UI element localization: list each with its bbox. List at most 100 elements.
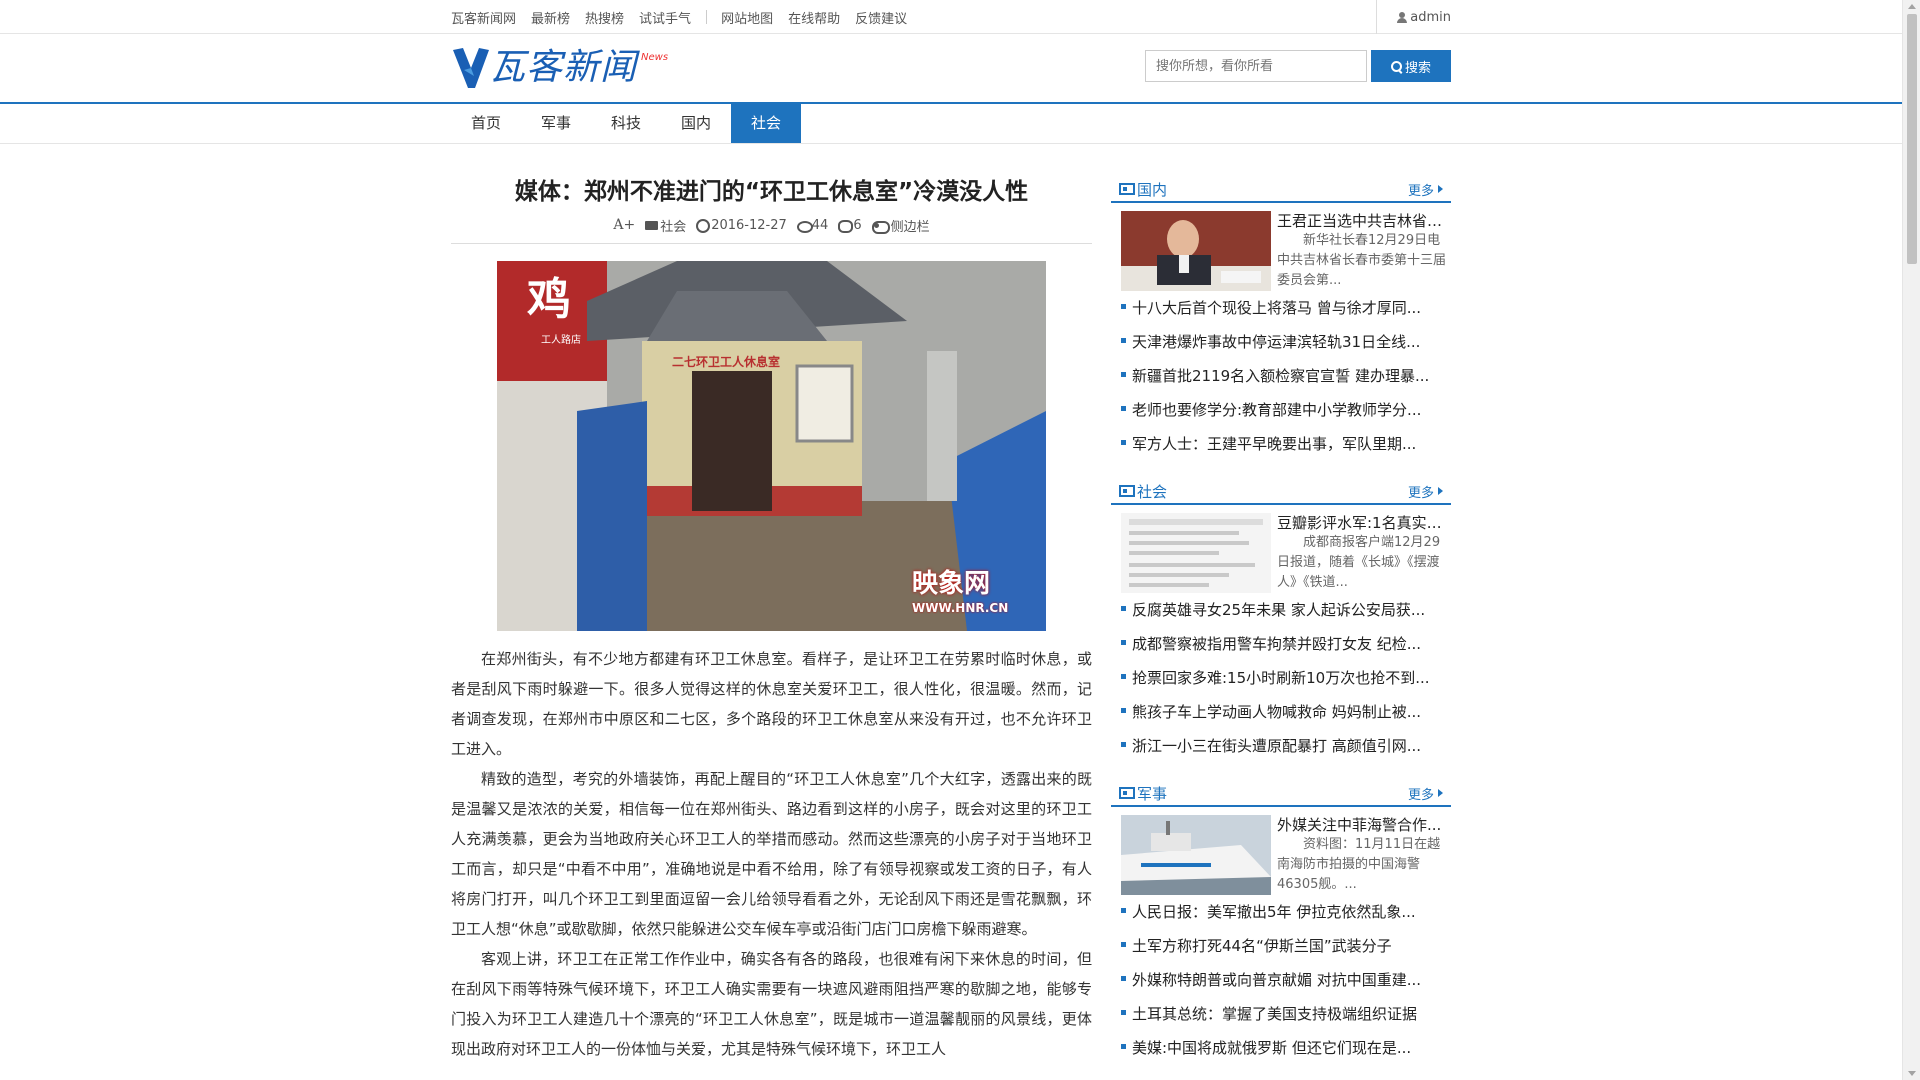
font-size-button[interactable]: A+ [613,217,635,233]
list-item-label: 熊孩子车上学动画人物喊救命 妈妈制止被... [1132,703,1422,721]
list-item[interactable]: 人民日报：美军撤出5年 伊拉克依然乱象... [1111,895,1451,929]
list-item-label: 土耳其总统：掌握了美国支持极端组织证据 [1132,1005,1418,1023]
list-icon [1119,183,1135,195]
article-views: 44 [796,217,829,233]
list-item-label: 人民日报：美军撤出5年 伊拉克依然乱象... [1132,903,1416,921]
nav-item-military[interactable]: 军事 [521,104,591,143]
photo-watermark: 映象网 [912,569,991,599]
caret-right-icon [1438,185,1443,193]
nav-item-home[interactable]: 首页 [451,104,521,143]
block-header: 军事 更多 [1111,781,1451,807]
list-item[interactable]: 天津港爆炸事故中停运津滨轻轨31日全线... [1111,325,1451,359]
search-button[interactable]: 搜索 [1371,50,1451,82]
list-item[interactable]: 土耳其总统：掌握了美国支持极端组织证据 [1111,997,1451,1031]
list-item[interactable]: 反腐英雄寻女25年未果 家人起诉公安局获... [1111,593,1451,627]
article-meta: A+ 社会 2016-12-27 44 6 侧边栏 [451,215,1092,235]
top-divider [706,10,708,24]
more-label: 更多 [1407,183,1434,199]
bullet-icon [1121,708,1126,713]
article-category[interactable]: 社会 [645,216,686,235]
list-item[interactable]: 成都警察被指用警车拘禁并殴打女友 纪检... [1111,627,1451,661]
feature-title[interactable]: 王君正当选中共吉林省委书记 [1277,211,1451,231]
site-logo[interactable]: 瓦客新闻 News [451,42,668,90]
block-title-label: 国内 [1137,180,1168,199]
list-item-label: 十八大后首个现役上将落马 曾与徐才厚同... [1132,299,1422,317]
caret-right-icon [1438,487,1443,495]
list-item[interactable]: 新疆首批2119名入额检察官宣誓 建办理暴... [1111,359,1451,393]
top-link-latest[interactable]: 最新榜 [531,8,570,27]
list-item[interactable]: 美媒:中国将成就俄罗斯 但还它们现在是... [1111,1031,1451,1065]
feature-item[interactable]: 外媒关注中菲海警合作... 资料图：11月11日在越南海防市拍摄的中国海警463… [1111,807,1451,895]
logo-text: 瓦客新闻 [489,47,638,88]
page-scrollbar[interactable] [1902,0,1920,1080]
list-item[interactable]: 外媒称特朗普或向普京献媚 对抗中国重建... [1111,963,1451,997]
more-link[interactable]: 更多 [1408,482,1443,501]
list-item[interactable]: 土军方称打死44名“伊斯兰国”武装分子 [1111,929,1451,963]
search-input[interactable] [1145,50,1367,82]
article: 媒体：郑州不准进门的“环卫工休息室”冷漠没人性 A+ 社会 2016-12-27… [451,177,1092,1064]
list-item-label: 美媒:中国将成就俄罗斯 但还它们现在是... [1132,1039,1412,1057]
category-label: 社会 [660,219,687,235]
feature-item[interactable]: 豆瓣影评水军:1名真实用户 成都商报客户端12月29日报道，随着《长城》《摆渡人… [1111,505,1451,593]
list-item-label: 土军方称打死44名“伊斯兰国”武装分子 [1132,937,1392,955]
list-item[interactable]: 老师也要修学分:教育部建中小学教师学分... [1111,393,1451,427]
user-menu[interactable]: admin [1376,0,1451,34]
list-item-label: 反腐英雄寻女25年未果 家人起诉公安局获... [1132,601,1426,619]
top-link-hot[interactable]: 热搜榜 [585,8,624,27]
sidebar-toggle-label: 侧边栏 [890,219,930,235]
thumb-illustration [1121,211,1271,291]
bullet-icon [1121,606,1126,611]
bullet-icon [1121,304,1126,309]
main-nav: 首页 军事 科技 国内 社会 [0,102,1902,144]
feature-title[interactable]: 豆瓣影评水军:1名真实用户 [1277,513,1451,533]
scroll-thumb[interactable] [1907,14,1917,264]
nav-item-tech[interactable]: 科技 [591,104,661,143]
eye-icon [796,219,813,233]
article-photo: 鸡 工人路店 二七环卫工人休息室 映象网 WWW.HNR.CN [497,261,1046,631]
sidebar-toggle[interactable]: 侧边栏 [871,216,930,235]
nav-item-society[interactable]: 社会 [731,104,801,143]
list-item[interactable]: 十八大后首个现役上将落马 曾与徐才厚同... [1111,291,1451,325]
scroll-down-arrow-icon[interactable] [1908,1071,1916,1076]
search-icon [1390,60,1402,72]
list-item[interactable]: 浙江一小三在街头遭原配暴打 高颜值引网... [1111,729,1451,763]
more-link[interactable]: 更多 [1408,784,1443,803]
top-bar: 瓦客新闻网 最新榜 热搜榜 试试手气 网站地图 在线帮助 反馈建议 admin [0,0,1902,34]
article-comments[interactable]: 6 [838,218,862,233]
list-item-label: 成都警察被指用警车拘禁并殴打女友 纪检... [1132,635,1422,653]
article-paragraph: 精致的造型，考究的外墙装饰，再配上醒目的“环卫工人休息室”几个大红字，透露出来的… [451,770,1092,938]
feature-item[interactable]: 王君正当选中共吉林省委书记 新华社长春12月29日电 中共吉林省长春市委第十三届… [1111,203,1451,291]
meta-divider [451,243,1092,244]
list-item[interactable]: 军方人士：王建平早晚要出事，军队里期... [1111,427,1451,461]
more-link[interactable]: 更多 [1408,180,1443,199]
caret-right-icon [1438,789,1443,797]
top-link-lucky[interactable]: 试试手气 [639,8,691,27]
feature-title[interactable]: 外媒关注中菲海警合作... [1277,815,1451,835]
logo-badge: News [641,52,669,63]
photo-building-sign: 二七环卫工人休息室 [672,355,781,369]
sidebar-block-domestic: 国内 更多 王君正当选中共吉林省委书记 新华社长春12月29日 [1111,177,1451,461]
top-link-feedback[interactable]: 反馈建议 [855,8,907,27]
user-icon [1397,11,1408,23]
list-item-label: 天津港爆炸事故中停运津滨轻轨31日全线... [1132,333,1421,351]
scroll-up-arrow-icon[interactable] [1908,4,1916,9]
block-title: 国内 [1119,179,1167,200]
bullet-icon [1121,674,1126,679]
top-link-help[interactable]: 在线帮助 [788,8,840,27]
more-label: 更多 [1407,787,1434,803]
photo-shop-sign: 鸡 [527,274,571,325]
bullet-icon [1121,742,1126,747]
list-item-label: 浙江一小三在街头遭原配暴打 高颜值引网... [1132,737,1422,755]
thumb-illustration [1121,815,1271,895]
feature-thumbnail [1121,815,1271,895]
top-link-sitemap[interactable]: 网站地图 [721,8,773,27]
nav-item-domestic[interactable]: 国内 [661,104,731,143]
top-link-home[interactable]: 瓦客新闻网 [451,8,516,27]
article-body: 在郑州街头，有不少地方都建有环卫工休息室。看样子，是让环卫工在劳累时临时休息，或… [451,644,1092,1064]
feature-thumbnail [1121,211,1271,291]
views-count: 44 [811,217,829,233]
feature-desc: 新华社长春12月29日电 中共吉林省长春市委第十三届委员会第... [1277,233,1447,288]
list-item[interactable]: 熊孩子车上学动画人物喊救命 妈妈制止被... [1111,695,1451,729]
list-item[interactable]: 抢票回家多难:15小时刷新10万次也抢不到... [1111,661,1451,695]
sidebar: 国内 更多 王君正当选中共吉林省委书记 新华社长春12月29日 [1111,177,1451,1065]
